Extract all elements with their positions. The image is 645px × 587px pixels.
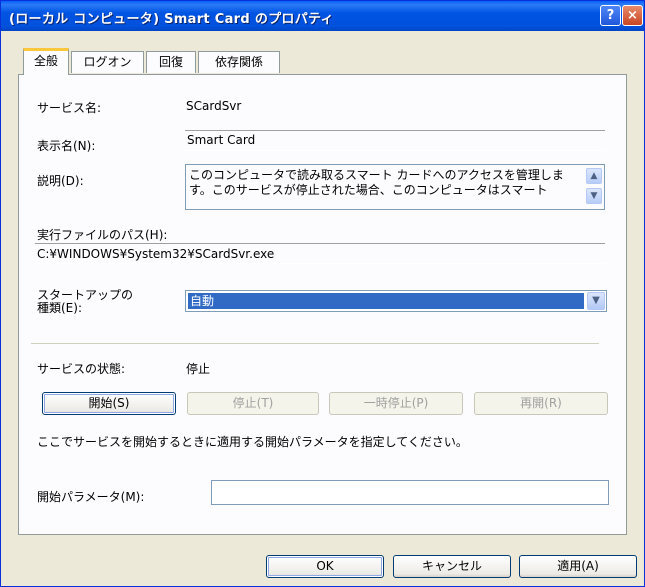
service-status-label: サービスの状態: bbox=[37, 362, 126, 376]
startup-type-label-1: スタートアップの bbox=[37, 288, 134, 302]
resume-button[interactable]: 再開(R) bbox=[474, 392, 608, 415]
chevron-down-icon[interactable]: ▼ bbox=[587, 292, 605, 310]
scroll-up-icon[interactable]: ▲ bbox=[586, 168, 602, 184]
tab-dependencies[interactable]: 依存関係 bbox=[198, 51, 280, 73]
title-bar[interactable]: (ローカル コンピュータ) Smart Card のプロパティ ? × bbox=[1, 1, 644, 31]
tab-logon[interactable]: ログオン bbox=[71, 51, 144, 73]
help-button[interactable]: ? bbox=[600, 5, 621, 26]
description-label: 説明(D): bbox=[37, 174, 84, 188]
close-button[interactable]: × bbox=[622, 5, 643, 26]
service-name-label: サービス名: bbox=[37, 101, 102, 115]
startup-type-select[interactable]: 自動 ▼ bbox=[185, 290, 607, 312]
service-status-value: 停止 bbox=[186, 362, 211, 376]
description-text: このコンピュータで読み取るスマート カードへのアクセスを管理します。このサービス… bbox=[189, 168, 564, 197]
start-params-label: 開始パラメータ(M): bbox=[37, 490, 145, 504]
tab-recovery[interactable]: 回復 bbox=[146, 51, 196, 73]
display-name-value: Smart Card bbox=[187, 133, 256, 147]
pause-button[interactable]: 一時停止(P) bbox=[329, 392, 463, 415]
startup-type-label-2: 種類(E): bbox=[37, 301, 82, 315]
tab-general[interactable]: 全般 bbox=[23, 48, 69, 75]
separator bbox=[31, 343, 599, 344]
start-params-hint: ここでサービスを開始するときに適用する開始パラメータを指定してください。 bbox=[37, 435, 468, 449]
start-params-input[interactable] bbox=[211, 480, 609, 505]
apply-button[interactable]: 適用(A) bbox=[519, 555, 637, 578]
ok-button[interactable]: OK bbox=[266, 555, 384, 578]
exe-path-value: C:¥WINDOWS¥System32¥SCardSvr.exe bbox=[37, 247, 275, 261]
stop-button[interactable]: 停止(T) bbox=[187, 392, 319, 415]
scroll-down-icon[interactable]: ▼ bbox=[586, 188, 602, 204]
properties-dialog: (ローカル コンピュータ) Smart Card のプロパティ ? × 全般 ロ… bbox=[0, 0, 645, 587]
startup-type-value: 自動 bbox=[188, 293, 584, 309]
description-field[interactable]: このコンピュータで読み取るスマート カードへのアクセスを管理します。このサービス… bbox=[185, 164, 605, 210]
window-title: (ローカル コンピュータ) Smart Card のプロパティ bbox=[9, 12, 334, 27]
exe-path-label: 実行ファイルのパス(H): bbox=[37, 228, 168, 242]
exe-path-field: C:¥WINDOWS¥System32¥SCardSvr.exe bbox=[35, 243, 605, 264]
display-name-field[interactable]: Smart Card bbox=[185, 130, 605, 151]
cancel-button[interactable]: キャンセル bbox=[393, 555, 511, 578]
start-button[interactable]: 開始(S) bbox=[42, 392, 176, 415]
display-name-label: 表示名(N): bbox=[37, 139, 96, 153]
service-name-value: SCardSvr bbox=[186, 99, 242, 113]
